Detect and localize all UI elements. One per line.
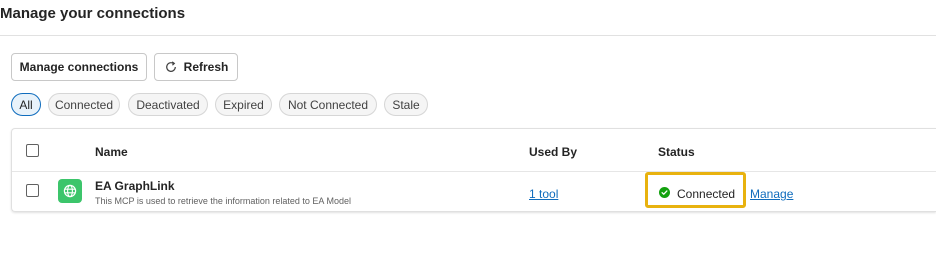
check-circle-icon <box>659 185 670 203</box>
connection-name: EA GraphLink <box>95 179 175 193</box>
header-divider <box>12 171 936 172</box>
page-title: Manage your connections <box>0 5 186 22</box>
filter-not-connected[interactable]: Not Connected <box>279 93 377 116</box>
column-header-used-by[interactable]: Used By <box>529 145 577 159</box>
manage-connections-label: Manage connections <box>19 60 139 74</box>
refresh-icon <box>164 60 178 74</box>
refresh-label: Refresh <box>183 60 229 74</box>
column-header-status[interactable]: Status <box>658 145 695 159</box>
filter-deactivated[interactable]: Deactivated <box>128 93 208 116</box>
row-checkbox[interactable] <box>26 184 39 197</box>
status-badge: Connected <box>659 185 735 203</box>
connections-table: Name Used By Status EA GraphLink This MC… <box>11 128 936 212</box>
filter-connected[interactable]: Connected <box>48 93 120 116</box>
status-text: Connected <box>677 187 736 201</box>
filter-expired[interactable]: Expired <box>215 93 272 116</box>
title-divider <box>0 35 936 36</box>
refresh-button[interactable]: Refresh <box>154 53 238 81</box>
column-header-name[interactable]: Name <box>95 145 128 159</box>
connection-description: This MCP is used to retrieve the informa… <box>95 196 351 206</box>
filter-all[interactable]: All <box>11 93 41 116</box>
manage-link[interactable]: Manage <box>750 187 793 201</box>
globe-network-icon <box>58 179 82 203</box>
used-by-link[interactable]: 1 tool <box>529 187 558 201</box>
select-all-checkbox[interactable] <box>26 144 39 157</box>
manage-connections-button[interactable]: Manage connections <box>11 53 147 81</box>
filter-stale[interactable]: Stale <box>384 93 428 116</box>
